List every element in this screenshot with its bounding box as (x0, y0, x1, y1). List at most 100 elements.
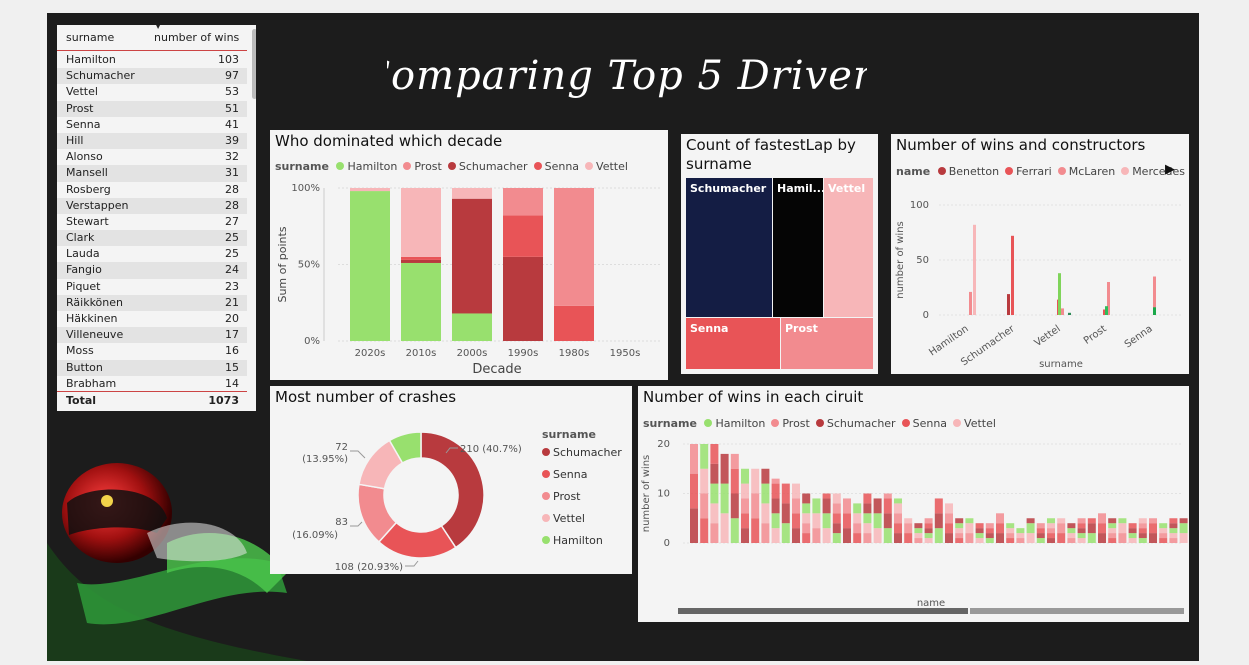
bar-segment-prost (503, 188, 543, 216)
ribbon-segment (781, 483, 790, 504)
donut-data-label: 210 (40.7%) (460, 444, 522, 455)
legend-label: Senna (553, 468, 588, 481)
ribbon-segment (914, 523, 923, 529)
ribbon-segment (771, 528, 780, 543)
ribbon-segment (832, 523, 841, 534)
table-row[interactable]: Rosberg 28 (57, 182, 247, 198)
wins-table[interactable]: surname number of wins ▼ Hamilton 103 Schu… (57, 25, 256, 411)
ribbon-segment (832, 533, 841, 543)
treemap-label: Schumacher (690, 182, 767, 195)
table-row[interactable]: Piquet 23 (57, 279, 247, 295)
ribbon-segment (1026, 533, 1035, 543)
ribbon-segment (945, 513, 953, 524)
ribbon-segment (873, 528, 882, 543)
circuit-chart-panel[interactable]: Number of wins in each ciruit surname Ha… (638, 386, 1189, 622)
table-row[interactable]: Alonso 32 (57, 149, 247, 165)
ribbon-segment (1067, 538, 1076, 543)
table-row[interactable]: Häkkinen 20 (57, 311, 247, 327)
ribbon-segment (924, 518, 933, 524)
legend-dot-icon (542, 470, 550, 478)
fastest-lap-panel[interactable]: Count of fastestLap by surname Schumache… (681, 134, 878, 374)
row-wins: 28 (225, 182, 239, 196)
row-wins: 25 (225, 247, 239, 261)
treemap-cell-prost[interactable]: Prost (781, 318, 873, 369)
treemap-cell-senna[interactable]: Senna (686, 318, 780, 369)
table-row[interactable]: Räikkönen 21 (57, 294, 247, 311)
ribbon-segment (1098, 513, 1106, 524)
bar-segment-vettel (401, 188, 441, 257)
bar-mercedes (973, 224, 976, 315)
treemap-cell-vettel[interactable]: Vettel (824, 178, 873, 317)
row-wins: 39 (225, 133, 239, 147)
ribbon-segment (1036, 528, 1045, 534)
ribbon-segment (802, 513, 811, 524)
table-row[interactable]: Clark 25 (57, 230, 247, 247)
table-rows: Hamilton 103 Schumacher 97 Vettel 53 Prost 51 Se… (57, 52, 247, 392)
legend-item[interactable]: Hamilton (542, 534, 622, 547)
legend-item[interactable]: Vettel (542, 512, 622, 525)
table-row[interactable]: Schumacher 97 (57, 68, 247, 85)
row-surname: Lauda (66, 247, 100, 261)
table-row[interactable]: Button 15 (57, 359, 247, 376)
ribbon-segment (730, 468, 739, 494)
bar-ferrari (1011, 235, 1014, 315)
donut-data-label: (16.09%) (292, 530, 338, 541)
table-row[interactable]: Brabham 14 (57, 376, 247, 392)
ribbon-segment (883, 528, 892, 543)
ribbon-segment (700, 493, 709, 519)
row-wins: 21 (225, 295, 239, 309)
table-row[interactable]: Verstappen 28 (57, 197, 247, 214)
ribbon-segment (832, 493, 841, 504)
bar-segment-schumacher (503, 256, 543, 341)
ribbon-segment (730, 493, 739, 519)
row-surname: Rosberg (66, 182, 111, 196)
treemap-cell-schumacher[interactable]: Schumacher (686, 178, 772, 317)
legend-item[interactable]: Prost (542, 490, 622, 503)
ribbon-segment (955, 533, 964, 539)
ribbon-segment (924, 523, 933, 529)
ribbon-segment (1169, 528, 1178, 534)
treemap-cell-hamilton[interactable]: Hamil... (773, 178, 825, 317)
row-wins: 31 (225, 166, 239, 180)
ribbon-segment (1087, 518, 1096, 524)
table-row[interactable]: Stewart 27 (57, 214, 247, 230)
row-wins: 17 (225, 328, 239, 342)
decade-chart-panel[interactable]: Who dominated which decade surname Hamil… (270, 130, 668, 380)
col-wins[interactable]: number of wins (154, 31, 239, 44)
table-row[interactable]: Hill 39 (57, 132, 247, 150)
ribbon-segment (955, 538, 964, 543)
sort-desc-icon: ▼ (155, 25, 162, 30)
table-row[interactable]: Lauda 25 (57, 246, 247, 262)
ribbon-segment (1108, 523, 1117, 529)
ribbon-segment (1077, 523, 1086, 529)
legend-item[interactable]: Senna (542, 468, 622, 481)
ribbon-segment (1128, 523, 1137, 529)
ribbon-segment (1057, 518, 1066, 524)
table-row[interactable]: Moss 16 (57, 343, 247, 359)
ribbon-segment (771, 483, 780, 499)
row-surname: Villeneuve (66, 328, 124, 342)
legend-dot-icon (542, 448, 550, 456)
table-row[interactable]: Hamilton 103 (57, 52, 247, 68)
table-row[interactable]: Prost 51 (57, 100, 247, 117)
x-axis-label: name (917, 598, 945, 609)
ribbon-segment (894, 533, 902, 543)
ribbon-segment (1047, 533, 1055, 539)
leader-line (405, 560, 419, 567)
col-surname[interactable]: surname (66, 31, 114, 44)
ribbon-segment (1138, 523, 1147, 529)
table-row[interactable]: Senna 41 (57, 117, 247, 133)
crashes-chart-panel[interactable]: Most number of crashes 210 (40.7%) 108 (2… (270, 386, 632, 574)
table-row[interactable]: Mansell 31 (57, 165, 247, 182)
ribbon-segment (843, 498, 851, 514)
ribbon-segment (1149, 523, 1157, 534)
table-row[interactable]: Fangio 24 (57, 262, 247, 279)
table-scrollbar[interactable] (252, 29, 256, 99)
legend-item[interactable]: Schumacher (542, 446, 622, 459)
table-row[interactable]: Villeneuve 17 (57, 327, 247, 344)
bar-other-constructor (1105, 306, 1108, 315)
bar-segment-prost (554, 188, 594, 306)
constructors-chart-panel[interactable]: Number of wins and constructors name Ben… (891, 134, 1189, 374)
table-row[interactable]: Vettel 53 (57, 84, 247, 100)
x-tick-label: 1950s (610, 348, 641, 359)
